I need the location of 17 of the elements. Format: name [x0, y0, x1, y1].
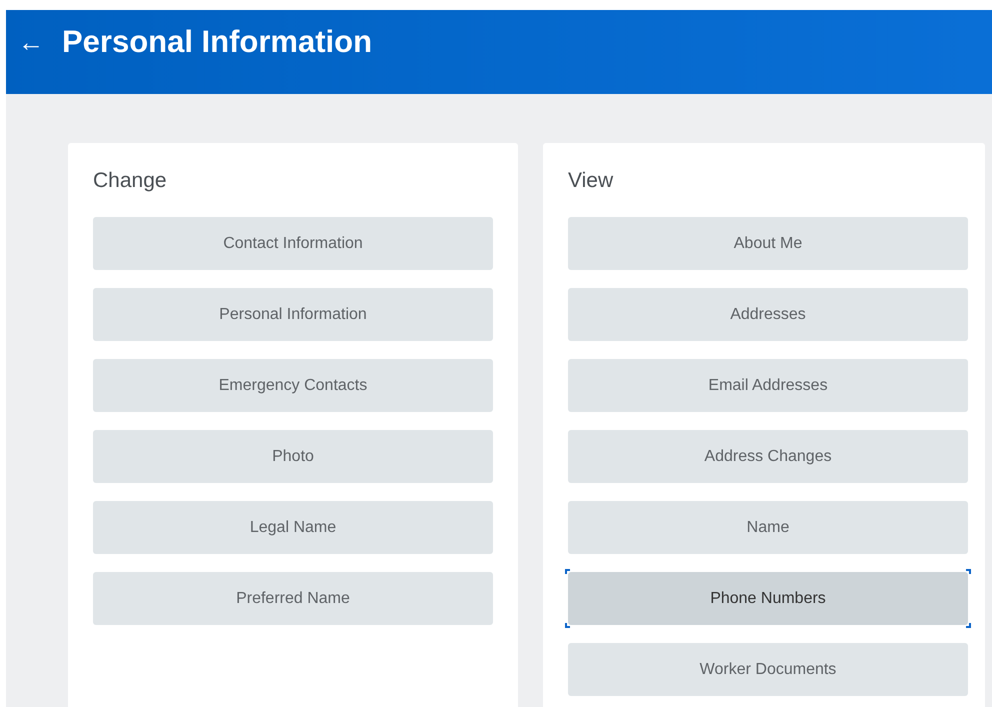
panel-title: View [568, 168, 614, 194]
panel-title: Change [93, 168, 168, 194]
page-title: Personal Information [62, 24, 372, 60]
option-button[interactable]: Personal Information [93, 288, 493, 341]
option-button[interactable]: Legal Name [93, 501, 493, 554]
option-button[interactable]: About Me [568, 217, 968, 270]
option-button[interactable]: Email Addresses [568, 359, 968, 412]
option-button[interactable]: Emergency Contacts [93, 359, 493, 412]
option-button[interactable]: Addresses [568, 288, 968, 341]
option-button[interactable]: Contact Information [93, 217, 493, 270]
option-button[interactable]: Phone Numbers [568, 572, 968, 625]
option-button[interactable]: Photo [93, 430, 493, 483]
option-button[interactable]: Address Changes [568, 430, 968, 483]
back-button[interactable]: ← [18, 24, 44, 60]
option-button[interactable]: Name [568, 501, 968, 554]
option-button[interactable]: Worker Documents [568, 643, 968, 696]
option-button[interactable]: Preferred Name [93, 572, 493, 625]
